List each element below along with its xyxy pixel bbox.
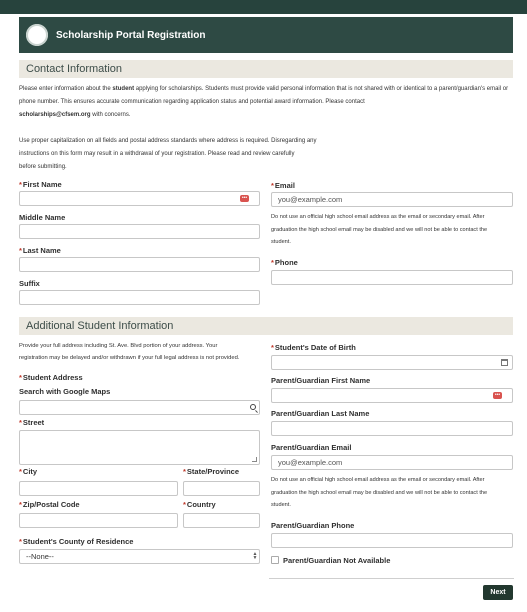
required-mark: * — [19, 180, 22, 189]
dob-input[interactable] — [271, 355, 513, 370]
intro-text: with concerns. — [90, 112, 131, 118]
next-button[interactable]: Next — [483, 585, 513, 600]
first-name-label: *First Name — [19, 180, 62, 189]
zip-label-text: Zip/Postal Code — [22, 500, 80, 509]
cap-text: instructions on this form may result in … — [19, 151, 295, 157]
pg-note-text: student. — [271, 502, 291, 508]
suffix-label: Suffix — [19, 279, 40, 288]
autofill-icon[interactable]: ••• — [240, 195, 249, 202]
city-input[interactable] — [19, 481, 178, 496]
last-name-label: *Last Name — [19, 246, 61, 255]
email-note-text: graduation the high school email may be … — [271, 226, 488, 233]
middle-name-label: Middle Name — [19, 213, 66, 222]
phone-label: *Phone — [271, 258, 298, 267]
country-label: *Country — [183, 500, 216, 509]
pg-last-name-label: Parent/Guardian Last Name — [271, 409, 370, 418]
search-icon[interactable] — [250, 404, 256, 410]
pg-phone-input[interactable] — [271, 533, 513, 548]
street-label: *Street — [19, 418, 44, 427]
required-mark: * — [271, 181, 274, 190]
pg-email-note: Do not use an official high school email… — [271, 474, 516, 512]
pg-note-text: graduation the high school email may be … — [271, 489, 488, 496]
required-mark: * — [19, 467, 22, 476]
dob-label-text: Student's Date of Birth — [274, 343, 356, 352]
page-title: Scholarship Portal Registration — [56, 29, 206, 41]
street-textarea[interactable] — [19, 430, 260, 465]
footer-divider — [269, 578, 514, 579]
last-name-input[interactable] — [19, 257, 260, 272]
email-input[interactable]: you@example.com — [271, 192, 513, 207]
phone-input[interactable] — [271, 270, 513, 285]
email-note-text: student. — [271, 239, 291, 245]
required-mark: * — [183, 500, 186, 509]
street-label-text: Street — [22, 418, 45, 427]
first-name-label-text: First Name — [22, 180, 62, 189]
pg-first-name-input[interactable] — [271, 388, 513, 403]
intro-text: Please enter information about the — [19, 86, 113, 92]
suffix-input[interactable] — [19, 290, 260, 305]
intro-text: applying for scholarships. Students must… — [134, 86, 509, 92]
pg-not-available-label: Parent/Guardian Not Available — [283, 556, 391, 565]
student-address-label-text: Student Address — [22, 373, 83, 382]
intro-text: phone number. This ensures accurate comm… — [19, 99, 365, 105]
country-label-text: Country — [186, 500, 216, 509]
email-label-text: Email — [274, 181, 295, 190]
city-label: *City — [19, 467, 37, 476]
middle-name-input[interactable] — [19, 224, 260, 239]
pg-email-label: Parent/Guardian Email — [271, 443, 352, 452]
state-label: *State/Province — [183, 467, 239, 476]
pg-phone-label: Parent/Guardian Phone — [271, 521, 355, 530]
capitalization-note: Use proper capitalization on all fields … — [19, 135, 319, 174]
student-section-header: Additional Student Information — [19, 317, 513, 335]
select-arrows-icon: ▲ ▼ — [252, 551, 258, 561]
pg-first-name-label: Parent/Guardian First Name — [271, 376, 371, 385]
student-address-label: *Student Address — [19, 373, 83, 382]
email-note: Do not use an official high school email… — [271, 211, 516, 249]
address-search-input[interactable] — [19, 400, 260, 415]
intro-bold: student — [112, 86, 135, 92]
calendar-icon[interactable] — [501, 359, 508, 366]
page-banner: Scholarship Portal Registration — [19, 17, 513, 53]
county-label-text: Student's County of Residence — [22, 537, 134, 546]
county-label: *Student's County of Residence — [19, 537, 133, 546]
pg-last-name-input[interactable] — [271, 421, 513, 436]
phone-label-text: Phone — [274, 258, 298, 267]
autofill-icon[interactable]: ••• — [493, 392, 502, 399]
first-name-input[interactable] — [19, 191, 260, 206]
cap-text: before submitting. — [19, 164, 67, 170]
dob-label: *Student's Date of Birth — [271, 343, 356, 352]
contact-section-header: Contact Information — [19, 60, 513, 78]
pg-email-input[interactable]: you@example.com — [271, 455, 513, 470]
country-input[interactable] — [183, 513, 260, 528]
email-note-text: Do not use an official high school email… — [271, 214, 485, 220]
cap-text: Use proper capitalization on all fields … — [19, 138, 317, 144]
pg-not-available-checkbox[interactable] — [271, 556, 279, 564]
state-input[interactable] — [183, 481, 260, 496]
required-mark: * — [19, 373, 22, 382]
logo-icon — [26, 24, 48, 46]
resize-handle-icon[interactable] — [252, 457, 257, 462]
required-mark: * — [19, 418, 22, 427]
address-note: Provide your full address including St. … — [19, 340, 264, 364]
required-mark: * — [19, 500, 22, 509]
required-mark: * — [271, 258, 274, 267]
email-label: *Email — [271, 181, 295, 190]
state-label-text: State/Province — [186, 467, 240, 476]
zip-label: *Zip/Postal Code — [19, 500, 80, 509]
address-note-text: Provide your full address including St. … — [19, 343, 218, 349]
required-mark: * — [271, 343, 274, 352]
required-mark: * — [183, 467, 186, 476]
county-select[interactable]: --None-- — [19, 549, 260, 564]
required-mark: * — [19, 246, 22, 255]
search-maps-label: Search with Google Maps — [19, 387, 111, 396]
required-mark: * — [19, 537, 22, 546]
address-note-text: registration may be delayed and/or withd… — [19, 355, 240, 361]
pg-note-text: Do not use an official high school email… — [271, 477, 485, 483]
last-name-label-text: Last Name — [22, 246, 61, 255]
contact-email-link[interactable]: scholarships@cfsem.org — [19, 112, 91, 118]
zip-input[interactable] — [19, 513, 178, 528]
contact-intro: Please enter information about the stude… — [19, 83, 513, 122]
city-label-text: City — [22, 467, 38, 476]
top-bar — [0, 0, 527, 14]
